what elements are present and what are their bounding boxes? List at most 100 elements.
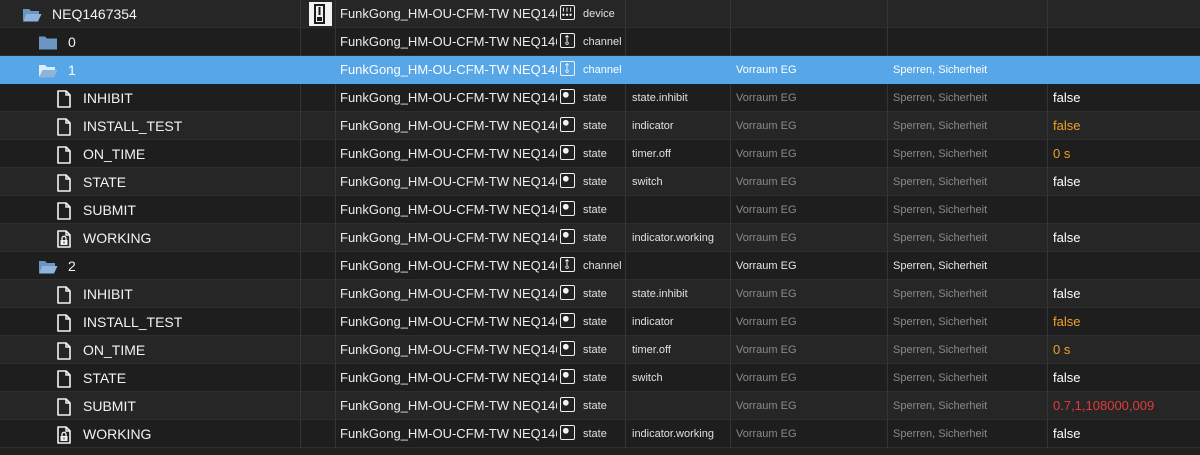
object-room[interactable] xyxy=(730,0,887,28)
object-role: indicator.working xyxy=(625,224,730,252)
object-room[interactable]: Vorraum EG xyxy=(730,308,887,336)
object-value[interactable]: false xyxy=(1047,420,1200,448)
object-value[interactable]: 0.7,1,108000,009 xyxy=(1047,392,1200,420)
object-role xyxy=(625,56,730,84)
object-value[interactable] xyxy=(1047,0,1200,28)
tree-row-state[interactable]: SUBMIT FunkGong_HM-OU-CFM-TW NEQ1467... st… xyxy=(0,392,1200,420)
object-id-cell[interactable]: ON_TIME xyxy=(0,140,300,168)
object-id-label: 2 xyxy=(68,258,76,274)
object-role xyxy=(625,196,730,224)
object-room[interactable]: Vorraum EG xyxy=(730,420,887,448)
object-value[interactable]: false xyxy=(1047,224,1200,252)
object-value[interactable]: false xyxy=(1047,168,1200,196)
object-function[interactable]: Sperren, Sicherheit xyxy=(887,112,1047,140)
object-function[interactable]: Sperren, Sicherheit xyxy=(887,196,1047,224)
object-room[interactable]: Vorraum EG xyxy=(730,280,887,308)
state-type-icon xyxy=(560,397,575,412)
object-id-label: 1 xyxy=(68,62,76,78)
object-id-cell[interactable]: 2 xyxy=(0,252,300,280)
device-image-cell xyxy=(300,84,335,112)
object-value[interactable]: false xyxy=(1047,84,1200,112)
tree-row-state[interactable]: SUBMIT FunkGong_HM-OU-CFM-TW NEQ1467... st… xyxy=(0,196,1200,224)
device-image-cell xyxy=(300,420,335,448)
object-value[interactable]: 0 s xyxy=(1047,140,1200,168)
object-function[interactable]: Sperren, Sicherheit xyxy=(887,420,1047,448)
object-id-cell[interactable]: STATE xyxy=(0,168,300,196)
object-function[interactable]: Sperren, Sicherheit xyxy=(887,336,1047,364)
object-id-cell[interactable]: INSTALL_TEST xyxy=(0,308,300,336)
object-name: FunkGong_HM-OU-CFM-TW NEQ1467... xyxy=(335,392,557,420)
object-function[interactable] xyxy=(887,28,1047,56)
object-room[interactable]: Vorraum EG xyxy=(730,224,887,252)
object-id-cell[interactable]: STATE xyxy=(0,364,300,392)
object-value[interactable]: false xyxy=(1047,308,1200,336)
object-room[interactable]: Vorraum EG xyxy=(730,252,887,280)
object-name: FunkGong_HM-OU-CFM-TW NEQ1467... xyxy=(335,168,557,196)
object-id-cell[interactable]: INHIBIT xyxy=(0,84,300,112)
device-image-cell xyxy=(300,112,335,140)
object-id-cell[interactable]: 1 xyxy=(0,56,300,84)
object-id-cell[interactable]: 0 xyxy=(0,28,300,56)
object-type-cell: state xyxy=(557,364,625,392)
tree-row-state[interactable]: STATE FunkGong_HM-OU-CFM-TW NEQ1467... sta… xyxy=(0,364,1200,392)
tree-row-state[interactable]: STATE FunkGong_HM-OU-CFM-TW NEQ1467... sta… xyxy=(0,168,1200,196)
device-image-cell xyxy=(300,252,335,280)
object-function[interactable]: Sperren, Sicherheit xyxy=(887,364,1047,392)
object-id-cell[interactable]: INSTALL_TEST xyxy=(0,112,300,140)
object-room[interactable]: Vorraum EG xyxy=(730,364,887,392)
object-name: FunkGong_HM-OU-CFM-TW NEQ1467... xyxy=(335,224,557,252)
object-room[interactable]: Vorraum EG xyxy=(730,56,887,84)
object-value[interactable] xyxy=(1047,56,1200,84)
object-id-cell[interactable]: ON_TIME xyxy=(0,336,300,364)
object-function[interactable]: Sperren, Sicherheit xyxy=(887,224,1047,252)
tree-row-state[interactable]: WORKING FunkGong_HM-OU-CFM-TW NEQ1467... s… xyxy=(0,420,1200,448)
object-function[interactable] xyxy=(887,0,1047,28)
tree-row-channel[interactable]: 2 FunkGong_HM-OU-CFM-TW NEQ1467... channel… xyxy=(0,252,1200,280)
object-room[interactable]: Vorraum EG xyxy=(730,336,887,364)
tree-row-state[interactable]: ON_TIME FunkGong_HM-OU-CFM-TW NEQ1467... s… xyxy=(0,140,1200,168)
tree-row-state[interactable]: INHIBIT FunkGong_HM-OU-CFM-TW NEQ1467... s… xyxy=(0,84,1200,112)
object-room[interactable]: Vorraum EG xyxy=(730,196,887,224)
object-value[interactable] xyxy=(1047,28,1200,56)
object-id-cell[interactable]: INHIBIT xyxy=(0,280,300,308)
object-value[interactable]: false xyxy=(1047,364,1200,392)
tree-row-state[interactable]: INSTALL_TEST FunkGong_HM-OU-CFM-TW NEQ146… xyxy=(0,112,1200,140)
tree-row-state[interactable]: WORKING FunkGong_HM-OU-CFM-TW NEQ1467... s… xyxy=(0,224,1200,252)
object-room[interactable]: Vorraum EG xyxy=(730,112,887,140)
object-id-cell[interactable]: WORKING xyxy=(0,224,300,252)
object-room[interactable]: Vorraum EG xyxy=(730,140,887,168)
object-value[interactable]: 0 s xyxy=(1047,336,1200,364)
object-id-label: INSTALL_TEST xyxy=(83,314,183,330)
object-room[interactable]: Vorraum EG xyxy=(730,168,887,196)
object-function[interactable]: Sperren, Sicherheit xyxy=(887,280,1047,308)
object-room[interactable]: Vorraum EG xyxy=(730,84,887,112)
object-function[interactable]: Sperren, Sicherheit xyxy=(887,56,1047,84)
file-icon xyxy=(56,117,74,136)
object-value[interactable]: false xyxy=(1047,112,1200,140)
object-id-cell[interactable]: SUBMIT xyxy=(0,196,300,224)
object-value[interactable] xyxy=(1047,252,1200,280)
object-function[interactable]: Sperren, Sicherheit xyxy=(887,140,1047,168)
object-role: indicator xyxy=(625,112,730,140)
tree-row-state[interactable]: INHIBIT FunkGong_HM-OU-CFM-TW NEQ1467... s… xyxy=(0,280,1200,308)
object-value[interactable]: false xyxy=(1047,280,1200,308)
tree-row-device[interactable]: NEQ1467354 FunkGong_HM-OU-CFM-TW NEQ1467.… xyxy=(0,0,1200,28)
object-id-cell[interactable]: WORKING xyxy=(0,420,300,448)
object-room[interactable] xyxy=(730,28,887,56)
tree-row-state[interactable]: ON_TIME FunkGong_HM-OU-CFM-TW NEQ1467... s… xyxy=(0,336,1200,364)
object-room[interactable]: Vorraum EG xyxy=(730,392,887,420)
tree-row-channel[interactable]: 0 FunkGong_HM-OU-CFM-TW NEQ1467... channel xyxy=(0,28,1200,56)
object-function[interactable]: Sperren, Sicherheit xyxy=(887,252,1047,280)
object-function[interactable]: Sperren, Sicherheit xyxy=(887,84,1047,112)
object-name: FunkGong_HM-OU-CFM-TW NEQ1467... xyxy=(335,0,557,28)
object-id-cell[interactable]: SUBMIT xyxy=(0,392,300,420)
file-icon xyxy=(56,89,74,108)
tree-row-state[interactable]: INSTALL_TEST FunkGong_HM-OU-CFM-TW NEQ146… xyxy=(0,308,1200,336)
object-function[interactable]: Sperren, Sicherheit xyxy=(887,168,1047,196)
object-function[interactable]: Sperren, Sicherheit xyxy=(887,392,1047,420)
object-id-cell[interactable]: NEQ1467354 xyxy=(0,0,300,28)
state-type-icon xyxy=(560,341,575,356)
object-function[interactable]: Sperren, Sicherheit xyxy=(887,308,1047,336)
object-value[interactable] xyxy=(1047,196,1200,224)
tree-row-channel[interactable]: 1 FunkGong_HM-OU-CFM-TW NEQ1467... channel… xyxy=(0,56,1200,84)
